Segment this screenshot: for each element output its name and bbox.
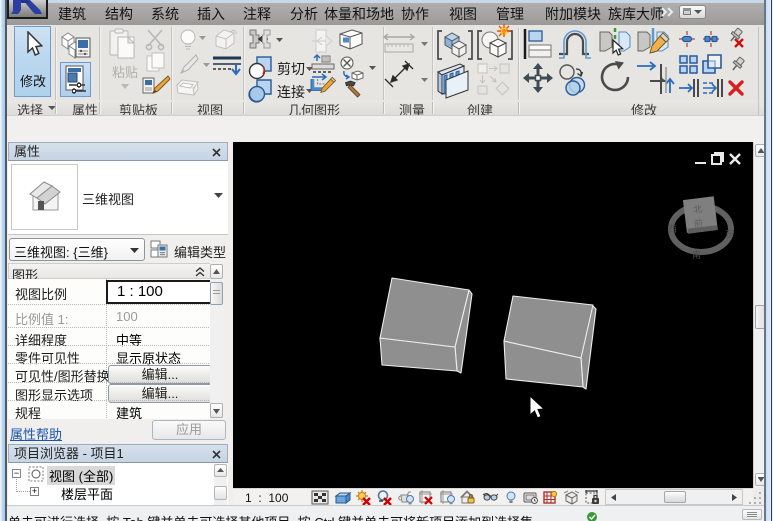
svg-text:前: 前 <box>693 217 703 229</box>
svg-text:西: 西 <box>668 224 677 234</box>
svg-text:北: 北 <box>693 204 703 215</box>
svg-text:南: 南 <box>692 249 701 260</box>
svg-text:连接: 连接 <box>277 84 305 100</box>
svg-text:粘贴: 粘贴 <box>112 65 138 80</box>
svg-text:剪切: 剪切 <box>277 61 305 77</box>
svg-text:东: 东 <box>725 228 734 239</box>
